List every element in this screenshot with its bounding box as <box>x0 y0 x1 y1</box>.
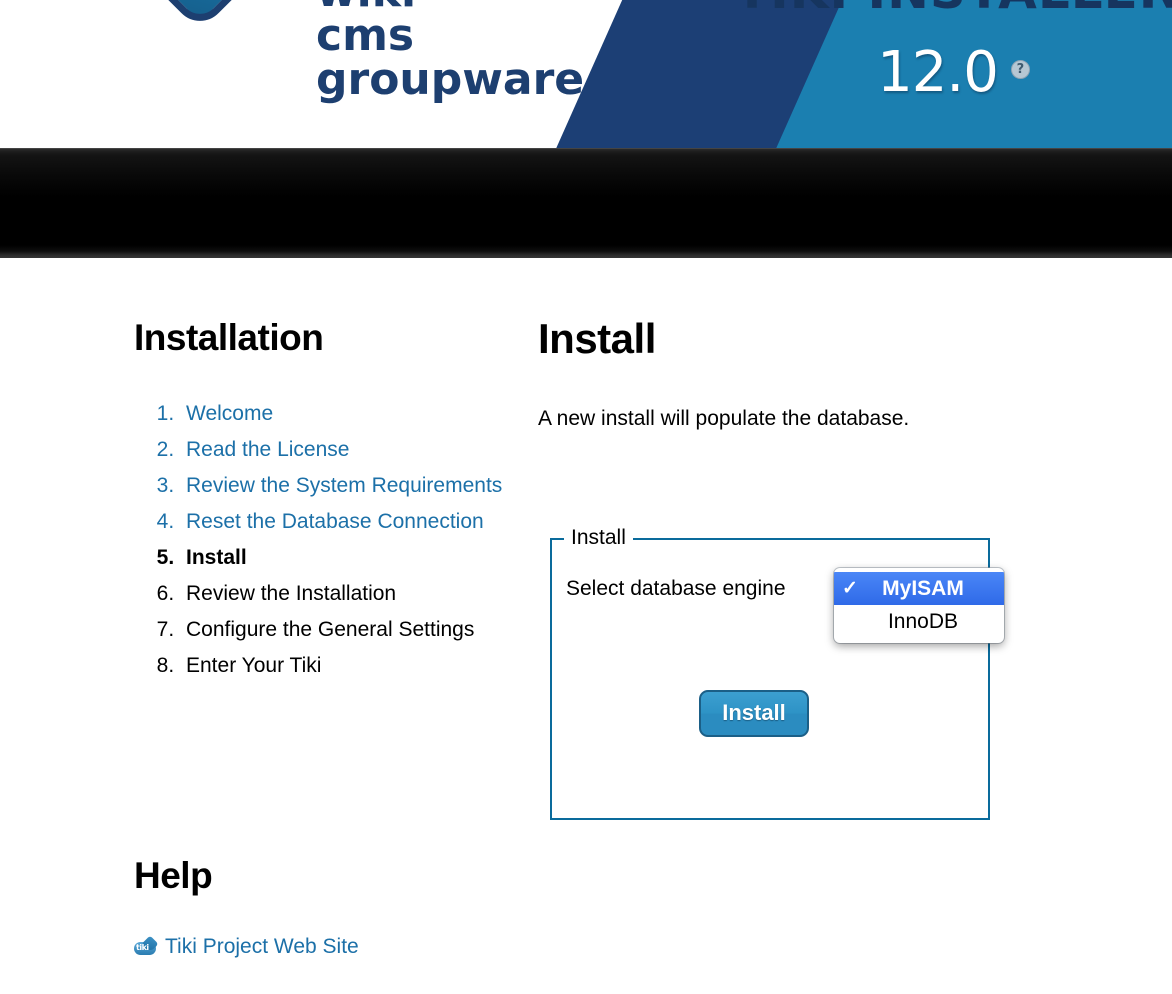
select-option-myisam[interactable]: ✓ MyISAM <box>834 572 1004 605</box>
install-fieldset-legend: Install <box>564 525 633 551</box>
logo-tagline-line-2: cms <box>316 10 415 61</box>
favicon-wordmark: tiki <box>136 943 149 952</box>
sidebar-item-label: Enter Your Tiki <box>186 654 322 677</box>
sidebar-item-label: Review the System Requirements <box>186 474 503 497</box>
install-button[interactable]: Install <box>699 690 809 737</box>
version-row: 12.0? <box>735 45 1172 101</box>
page-title: Install <box>538 315 656 362</box>
sidebar-item-read-the-license[interactable]: Read the License <box>180 432 504 468</box>
help-section: Help tiki Tiki Project Web Site <box>134 856 534 960</box>
help-heading: Help <box>134 855 213 896</box>
sidebar-item-review-the-system-requirements[interactable]: Review the System Requirements <box>180 468 504 504</box>
install-fieldset: Install Select database engine ✓ MyISAM … <box>550 525 1004 820</box>
help-link-label: Tiki Project Web Site <box>165 935 359 958</box>
database-engine-row: Select database engine ✓ MyISAM ✓ InnoDB <box>566 568 1004 643</box>
logo-tagline: wiki cms groupware <box>316 0 584 102</box>
version-number: 12.0 <box>877 40 999 105</box>
sidebar-item-label: Install <box>186 546 247 569</box>
select-option-label: MyISAM <box>882 577 964 600</box>
installation-sidebar: Installation Welcome Read the License Re… <box>134 318 504 684</box>
checkmark-icon: ✓ <box>842 578 858 599</box>
sidebar-item-label: Welcome <box>186 402 274 425</box>
installer-title: TIKI INSTALLER <box>735 0 1172 16</box>
help-links-list: tiki Tiki Project Web Site <box>134 934 534 960</box>
question-mark-circle-icon[interactable]: ? <box>1010 59 1030 79</box>
database-engine-select-popup[interactable]: ✓ MyISAM ✓ InnoDB <box>834 568 1004 643</box>
install-steps-list: Welcome Read the License Review the Syst… <box>134 396 504 684</box>
select-option-innodb[interactable]: ✓ InnoDB <box>834 605 1004 638</box>
install-intro-text: A new install will populate the database… <box>538 407 910 430</box>
installer-page: wiki cms groupware TIKI INSTALLER 12.0? … <box>0 0 1172 994</box>
top-navbar[interactable] <box>0 148 1172 259</box>
tiki-swoosh-logo-icon <box>112 0 288 42</box>
sidebar-item-install: Install <box>180 540 504 576</box>
install-submit-container: Install <box>552 690 992 737</box>
tiki-swoosh-shape <box>112 0 288 32</box>
help-link-tiki-project-web-site[interactable]: tiki Tiki Project Web Site <box>134 934 534 960</box>
checkmark-icon-placeholder: ✓ <box>842 605 864 638</box>
page-content: Installation Welcome Read the License Re… <box>0 258 1172 994</box>
sidebar-item-reset-the-database-connection[interactable]: Reset the Database Connection <box>180 504 504 540</box>
logo-tagline-line-3: groupware <box>316 54 585 105</box>
sidebar-heading: Installation <box>134 317 324 358</box>
tiki-favicon-icon: tiki <box>134 935 159 956</box>
sidebar-item-label: Configure the General Settings <box>186 618 475 641</box>
sidebar-item-label: Read the License <box>186 438 350 461</box>
sidebar-item-configure-the-general-settings: Configure the General Settings <box>180 612 504 648</box>
sidebar-item-welcome[interactable]: Welcome <box>180 396 504 432</box>
sidebar-item-review-the-installation: Review the Installation <box>180 576 504 612</box>
install-main-panel: Install A new install will populate the … <box>538 315 1008 820</box>
sidebar-item-label: Review the Installation <box>186 582 397 605</box>
database-engine-label: Select database engine <box>566 577 786 600</box>
sidebar-item-label: Reset the Database Connection <box>186 510 484 533</box>
sidebar-item-enter-your-tiki: Enter Your Tiki <box>180 648 504 684</box>
navbar-items-container <box>0 152 1172 252</box>
select-option-label: InnoDB <box>887 610 959 633</box>
page-header: wiki cms groupware TIKI INSTALLER 12.0? <box>0 0 1172 148</box>
